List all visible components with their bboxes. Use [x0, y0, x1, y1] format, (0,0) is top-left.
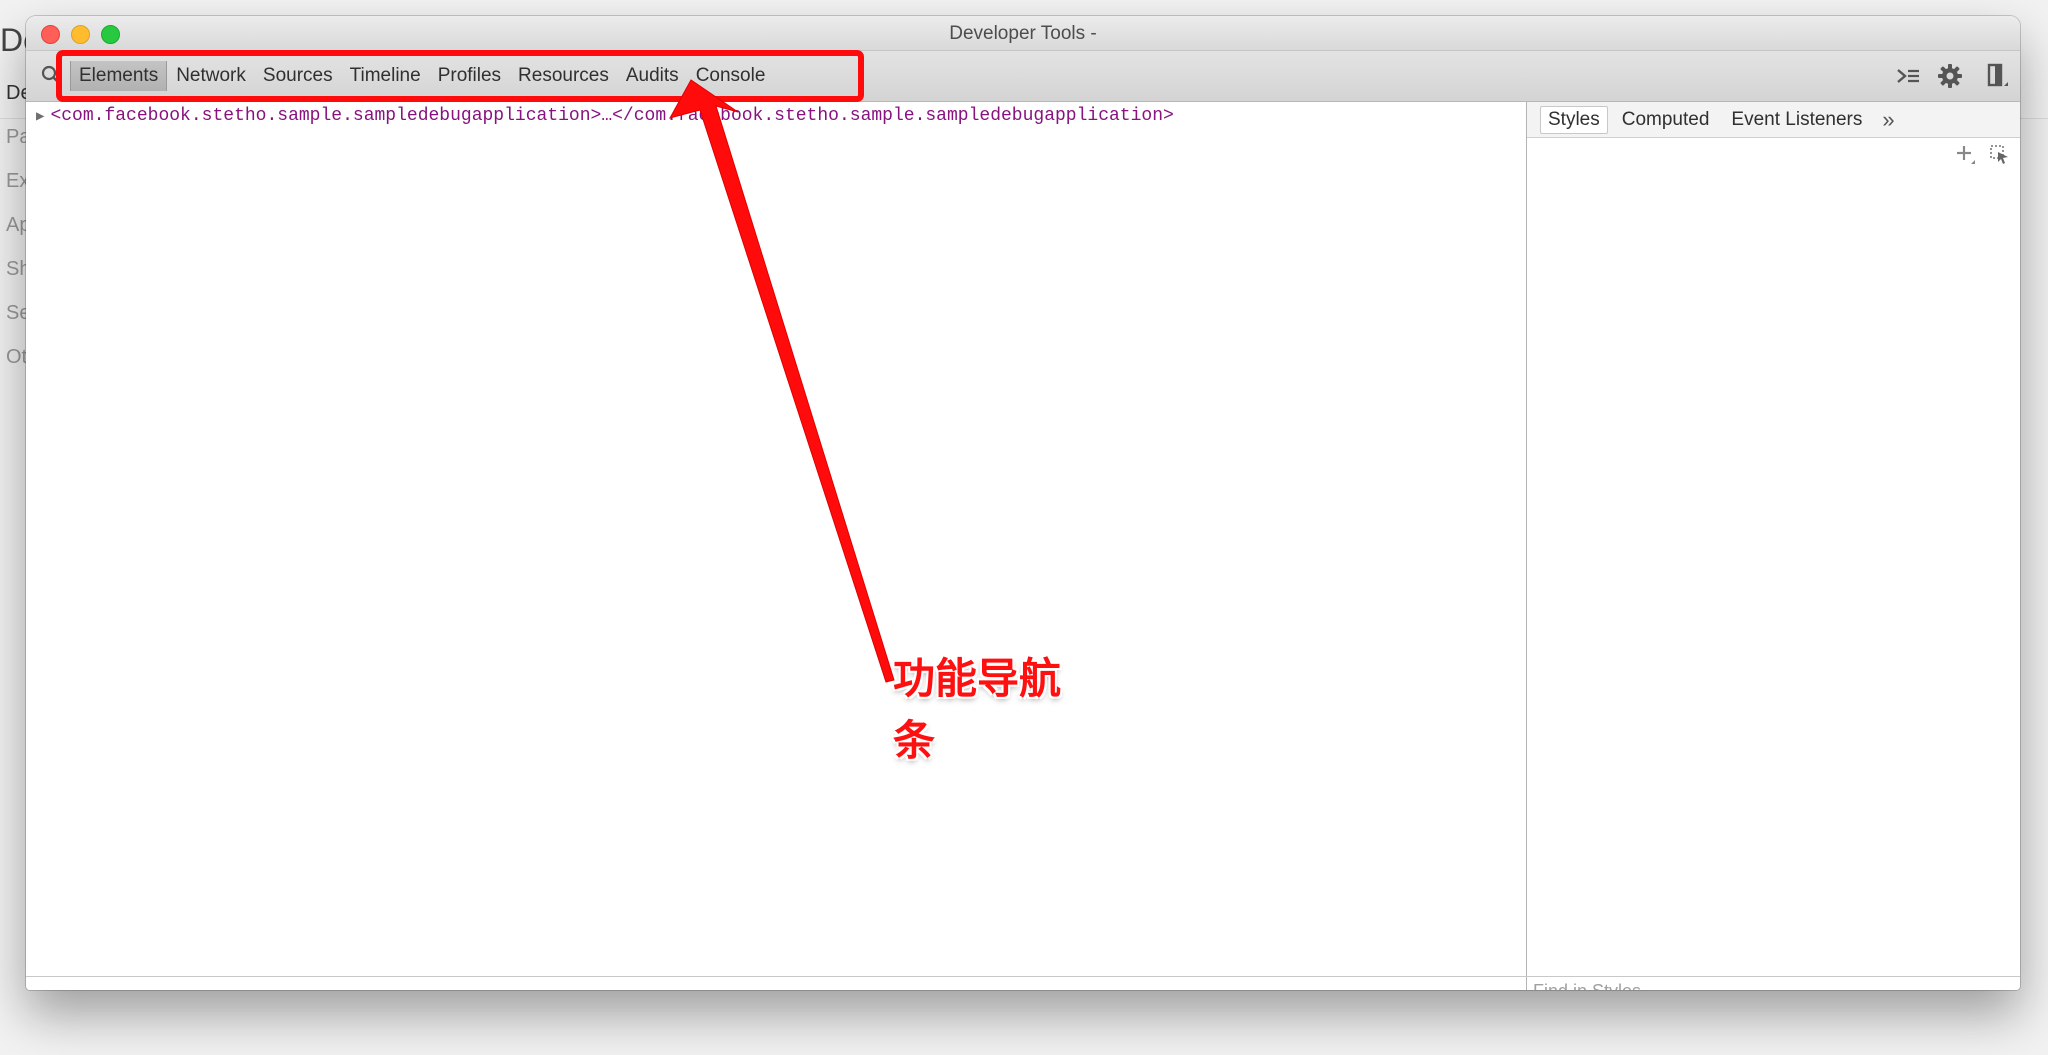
annotation-label: 功能导航条 — [893, 654, 1062, 765]
annotation-arrow — [668, 79, 895, 683]
